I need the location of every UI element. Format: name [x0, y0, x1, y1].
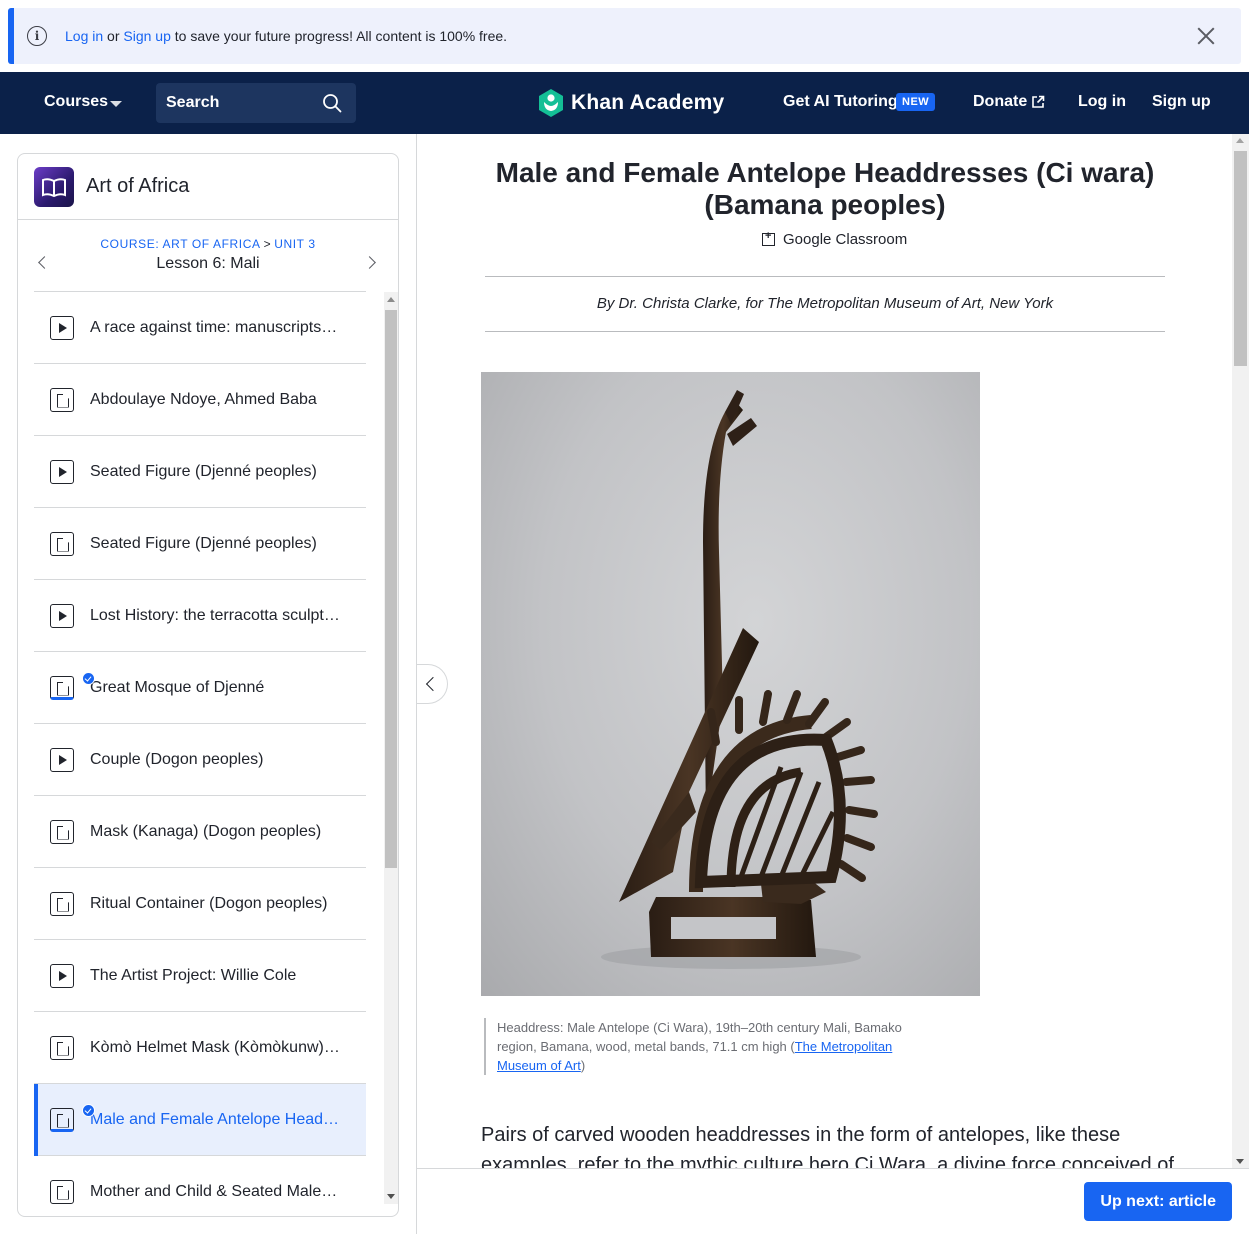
- up-next-button[interactable]: Up next: article: [1084, 1182, 1232, 1221]
- list-item-active[interactable]: Male and Female Antelope Headdresses (Ci…: [34, 1084, 366, 1156]
- search-icon[interactable]: [322, 93, 342, 113]
- list-item-label: Mask (Kanaga) (Dogon peoples): [90, 822, 322, 840]
- list-item-label: Great Mosque of Djenné: [90, 678, 265, 696]
- list-item-label: A race against time: manuscripts of Timb…: [90, 318, 340, 336]
- divider: [485, 331, 1165, 332]
- info-icon: i: [27, 26, 47, 46]
- collapse-sidebar-chevron-icon[interactable]: [417, 664, 448, 704]
- article-icon: [50, 531, 74, 556]
- article-icon: [50, 891, 74, 916]
- list-item-label: Couple (Dogon peoples): [90, 750, 264, 768]
- caption-end: ): [580, 1058, 586, 1073]
- khan-academy-logo[interactable]: Khan Academy: [537, 88, 724, 118]
- banner-message-text: to save your future progress! All conten…: [170, 28, 508, 44]
- list-item[interactable]: Couple (Dogon peoples): [34, 724, 366, 796]
- search-box: [156, 83, 356, 123]
- list-item[interactable]: Lost History: the terracotta sculpture o…: [34, 580, 366, 652]
- sidebar-header: Art of Africa: [18, 154, 398, 220]
- lesson-content-list: A race against time: manuscripts of Timb…: [34, 291, 366, 1205]
- video-icon: [50, 963, 74, 988]
- external-link-icon: [1032, 95, 1045, 108]
- video-icon: [50, 603, 74, 628]
- breadcrumb-separator: >: [263, 237, 272, 251]
- scroll-up-arrow-icon[interactable]: [387, 297, 395, 302]
- course-title[interactable]: Art of Africa: [86, 175, 189, 198]
- login-link[interactable]: Log in: [1078, 93, 1126, 111]
- scrollbar-thumb[interactable]: [385, 310, 397, 868]
- close-icon[interactable]: [1195, 25, 1217, 47]
- footer-bar: Up next: article: [417, 1168, 1249, 1234]
- lesson-sidebar: Art of Africa COURSE: ART OF AFRICA > UNIT…: [17, 153, 399, 1217]
- list-item-label: Lost History: the terracotta sculpture o…: [90, 606, 340, 624]
- signup-link[interactable]: Sign up: [1152, 93, 1211, 111]
- lesson-title: Lesson 6: Mali: [156, 255, 260, 272]
- breadcrumb-unit[interactable]: UNIT 3: [274, 237, 315, 251]
- completed-check-icon: [82, 671, 95, 685]
- list-item[interactable]: Ritual Container (Dogon peoples): [34, 868, 366, 940]
- video-icon: [50, 315, 74, 340]
- banner-message: Log in or Sign up to save your future pr…: [65, 28, 507, 44]
- list-item[interactable]: Seated Figure (Djenné peoples): [34, 436, 366, 508]
- ai-tutoring-link[interactable]: Get AI Tutoring: [783, 93, 898, 111]
- sidebar-scrollbar[interactable]: [384, 292, 398, 1204]
- list-item-label: The Artist Project: Willie Cole: [90, 966, 297, 984]
- completed-check-icon: [82, 1103, 95, 1117]
- banner-signup-link[interactable]: Sign up: [123, 28, 170, 44]
- scrollbar-thumb[interactable]: [1234, 151, 1247, 366]
- list-item-label: Mother and Child & Seated Male Figure: [90, 1182, 340, 1200]
- list-item[interactable]: A race against time: manuscripts of Timb…: [34, 292, 366, 364]
- banner-login-link[interactable]: Log in: [65, 28, 103, 44]
- new-badge: NEW: [896, 93, 936, 111]
- article-icon: [50, 1103, 95, 1132]
- antelope-headdress-photo: [481, 372, 980, 996]
- signup-banner: i Log in or Sign up to save your future …: [8, 8, 1241, 64]
- video-icon: [50, 747, 74, 772]
- banner-or-text: or: [103, 28, 124, 44]
- breadcrumb-course[interactable]: COURSE: ART OF AFRICA: [100, 237, 260, 251]
- article-icon: [50, 819, 74, 844]
- logo-text: Khan Academy: [571, 91, 725, 114]
- article-byline: By Dr. Christa Clarke, for The Metropoli…: [596, 295, 1054, 312]
- google-classroom-label: Google Classroom: [783, 231, 908, 248]
- article-icon: [50, 1035, 74, 1060]
- article-title: Male and Female Antelope Headdresses (Ci…: [495, 157, 1155, 220]
- khan-academy-logo-icon: [539, 89, 563, 117]
- video-icon: [50, 459, 74, 484]
- list-item[interactable]: Mother and Child & Seated Male Figure: [34, 1156, 366, 1205]
- google-classroom-icon: [762, 230, 775, 246]
- main-scrollbar[interactable]: [1232, 134, 1249, 1168]
- list-item[interactable]: The Artist Project: Willie Cole: [34, 940, 366, 1012]
- list-item-label: Ritual Container (Dogon peoples): [90, 894, 328, 912]
- article-icon: [50, 671, 95, 700]
- article-icon: [50, 387, 74, 412]
- list-item-label: Kòmò Helmet Mask (Kòmòkunw) (Bamana peop…: [90, 1038, 340, 1056]
- list-item-label: Abdoulaye Ndoye, Ahmed Baba: [90, 390, 317, 408]
- scroll-up-arrow-icon[interactable]: [1236, 138, 1244, 143]
- chevron-down-icon[interactable]: [110, 101, 122, 107]
- list-item-label: Seated Figure (Djenné peoples): [90, 462, 317, 480]
- list-item[interactable]: Great Mosque of Djenné: [34, 652, 366, 724]
- divider: [485, 276, 1165, 277]
- courses-menu-button[interactable]: Courses: [44, 93, 108, 111]
- book-icon: [34, 166, 74, 207]
- list-item-label: Male and Female Antelope Headdresses (Ci…: [90, 1110, 340, 1128]
- scroll-down-arrow-icon[interactable]: [1236, 1159, 1244, 1164]
- list-item[interactable]: Abdoulaye Ndoye, Ahmed Baba: [34, 364, 366, 436]
- list-item[interactable]: Seated Figure (Djenné peoples): [34, 508, 366, 580]
- list-item-label: Seated Figure (Djenné peoples): [90, 534, 317, 552]
- article-icon: [50, 1179, 74, 1204]
- donate-link[interactable]: Donate: [973, 93, 1027, 111]
- top-nav: Courses Khan Academy Get AI Tutoring NEW…: [0, 72, 1249, 134]
- list-item[interactable]: Kòmò Helmet Mask (Kòmòkunw) (Bamana peop…: [34, 1012, 366, 1084]
- list-item[interactable]: Mask (Kanaga) (Dogon peoples): [34, 796, 366, 868]
- scroll-down-arrow-icon[interactable]: [387, 1194, 395, 1199]
- image-caption: Headdress: Male Antelope (Ci Wara), 19th…: [484, 1018, 944, 1075]
- breadcrumb: COURSE: ART OF AFRICA > UNIT 3: [18, 237, 398, 251]
- search-input[interactable]: [156, 83, 316, 123]
- google-classroom-button[interactable]: Google Classroom: [762, 230, 908, 248]
